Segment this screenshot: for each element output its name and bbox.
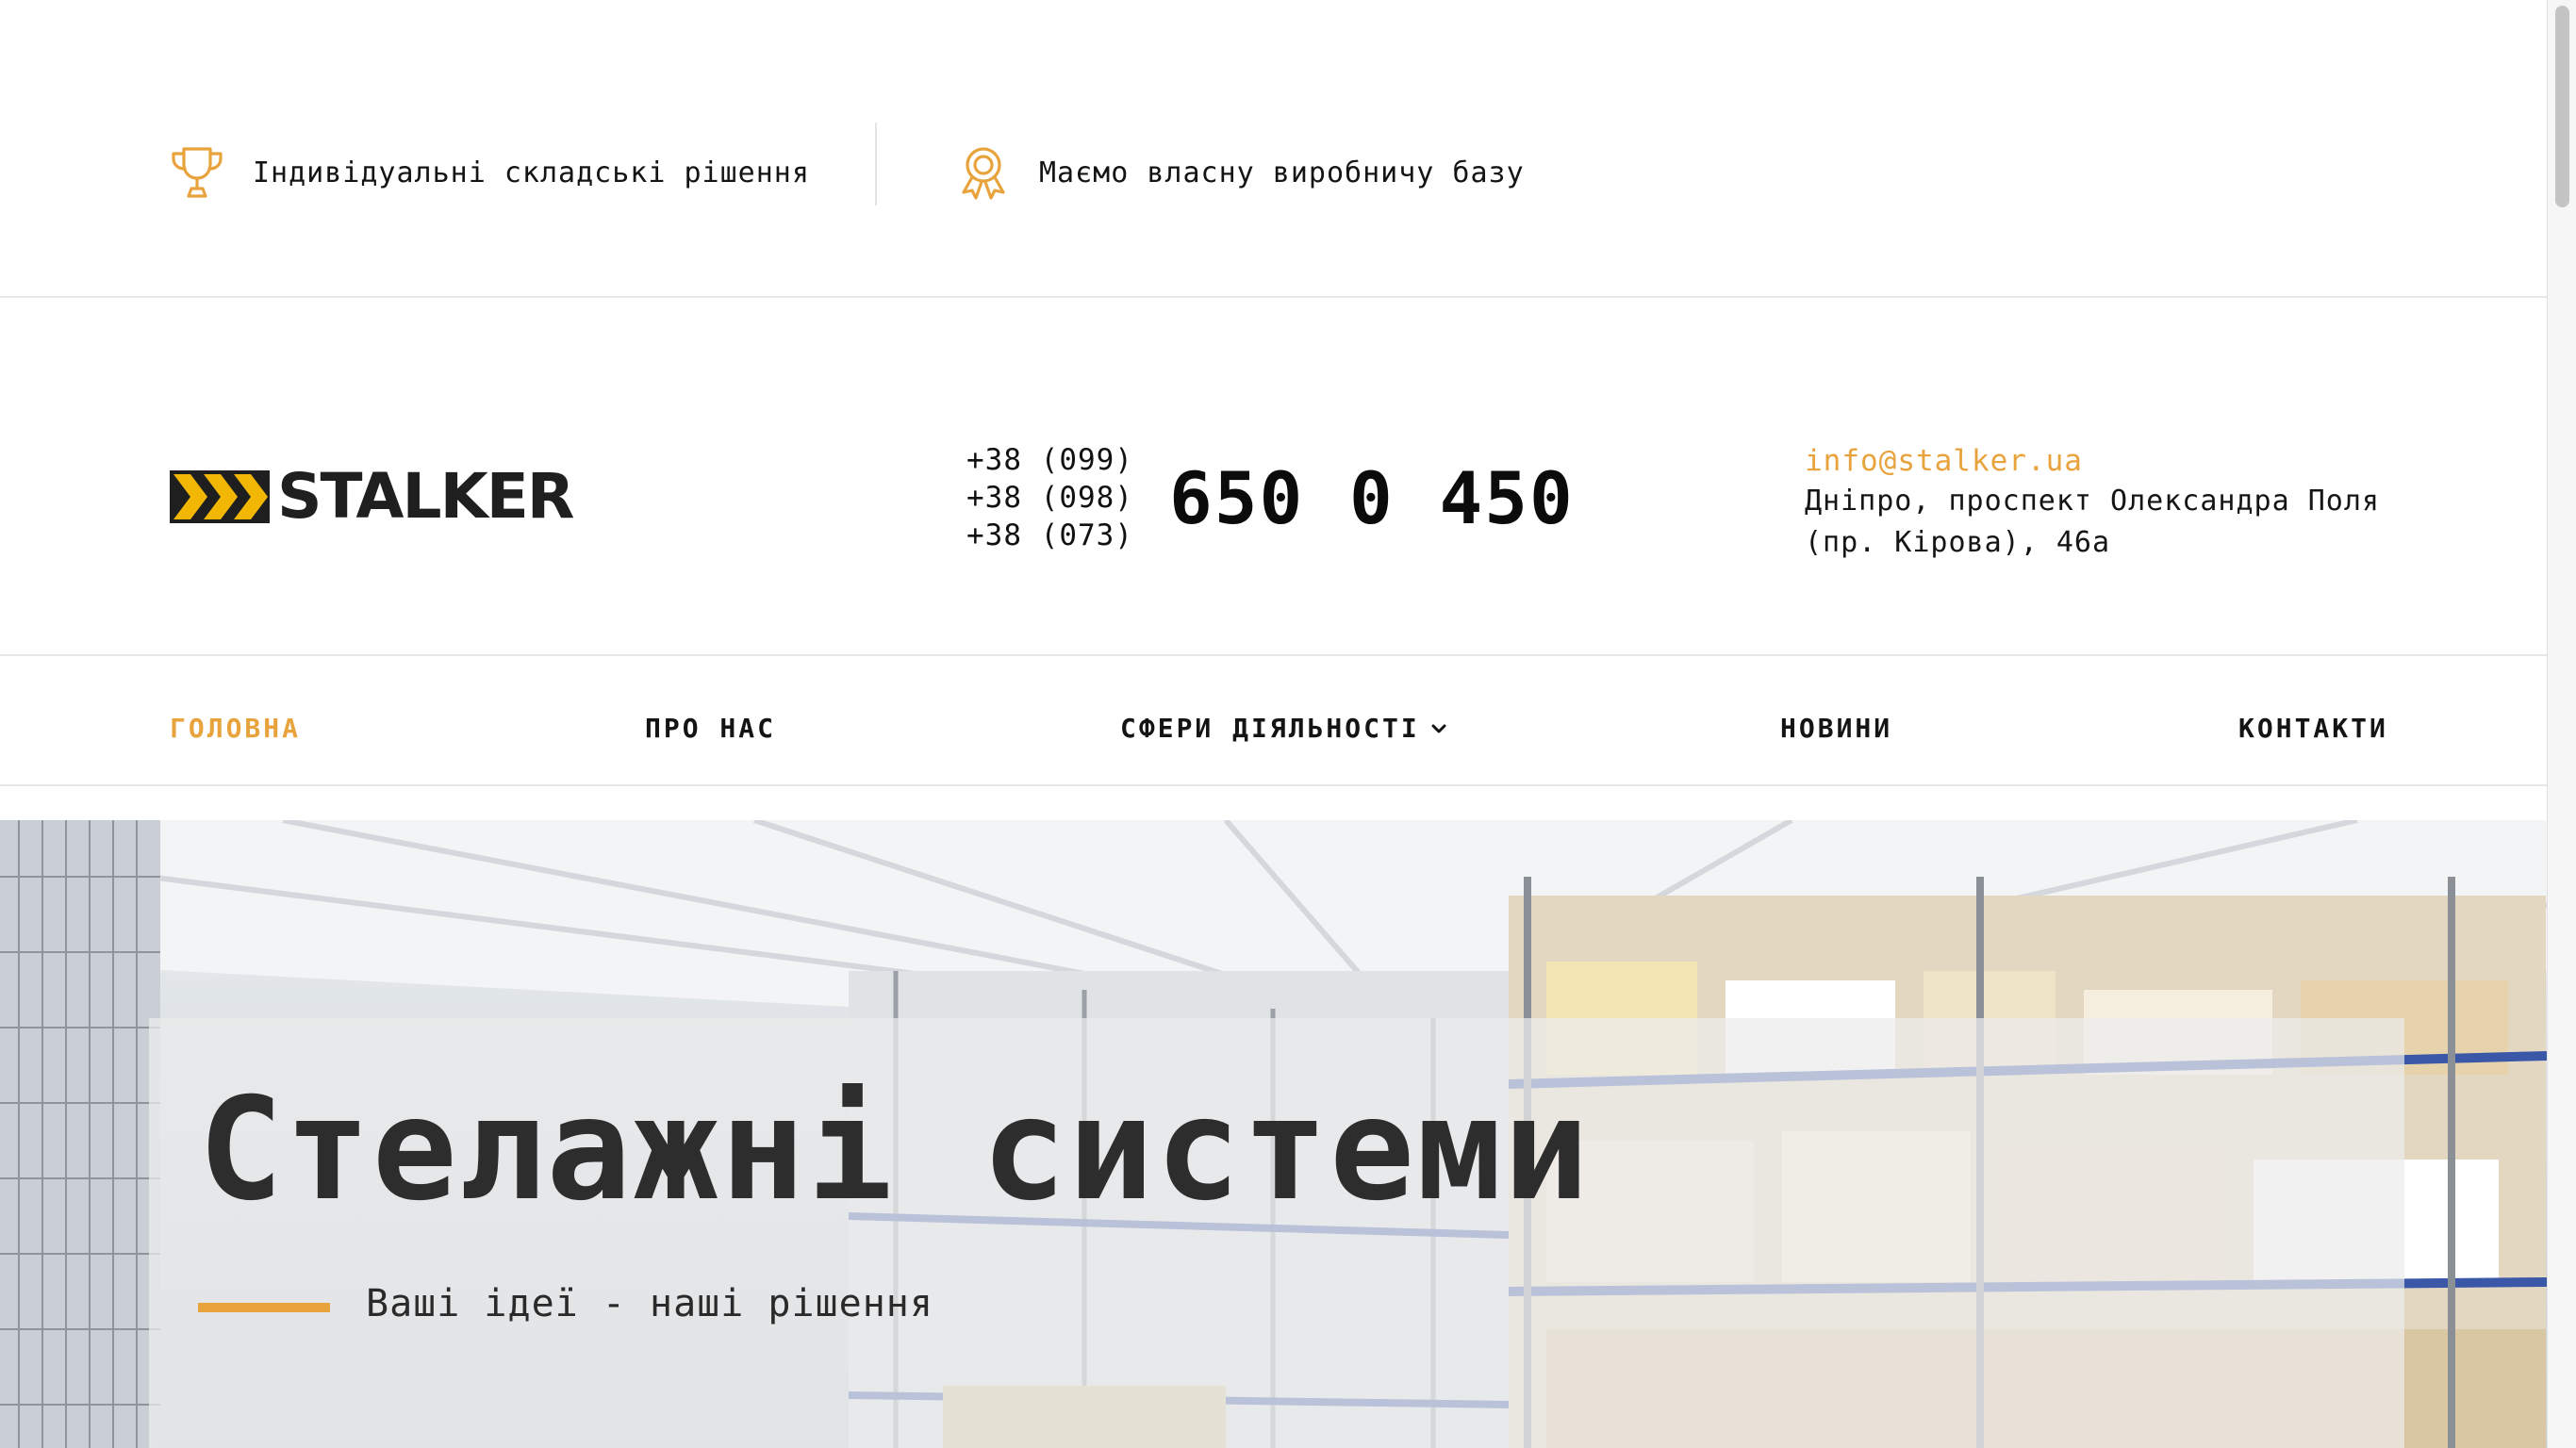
logo-text: STALKER — [277, 460, 575, 533]
address-line-2: (пр. Кірова), 46а — [1805, 526, 2111, 559]
nav-item-contacts[interactable]: КОНТАКТИ — [2238, 713, 2388, 744]
chevron-down-icon — [1431, 724, 1446, 732]
hero-subtitle: Ваші ідеї - наші рішення — [366, 1282, 933, 1325]
features-bar: Індивідуальні складські рішення Маємо вл… — [0, 0, 2547, 298]
feature-divider — [875, 123, 877, 206]
page-scrollbar[interactable] — [2547, 0, 2576, 1448]
nav-item-activities-label: СФЕРИ ДІЯЛЬНОСТІ — [1120, 713, 1420, 744]
site-header: STALKER +38 (099) +38 (098) +38 (073) 65… — [0, 300, 2547, 656]
email-link[interactable]: info@stalker.ua — [1805, 441, 2380, 481]
main-nav: ГОЛОВНА ПРО НАС СФЕРИ ДІЯЛЬНОСТІ НОВИНИ … — [0, 658, 2547, 786]
phone-code-098[interactable]: +38 (098) — [966, 479, 1133, 517]
stalker-logo[interactable]: STALKER — [170, 460, 575, 533]
hero-title: Стелажні системи — [198, 1068, 1591, 1232]
nav-item-activities[interactable]: СФЕРИ ДІЯЛЬНОСТІ — [1120, 713, 1448, 744]
hero-banner: Стелажні системи Ваші ідеї - наші рішенн… — [0, 820, 2547, 1448]
nav-item-home[interactable]: ГОЛОВНА — [170, 713, 301, 744]
scrollbar-thumb[interactable] — [2555, 6, 2569, 207]
nav-item-about[interactable]: ПРО НАС — [645, 713, 776, 744]
phone-block: +38 (099) +38 (098) +38 (073) 650 0 450 — [966, 441, 1575, 554]
hero-accent-line — [198, 1303, 330, 1312]
feature-own-production: Маємо власну виробничу базу — [954, 143, 1525, 202]
phone-code-099[interactable]: +38 (099) — [966, 441, 1133, 479]
logo-chevrons-icon — [170, 470, 270, 523]
trophy-icon — [168, 143, 226, 202]
contact-block: info@stalker.ua Дніпро, проспект Олексан… — [1805, 441, 2380, 564]
feature-individual-solutions: Індивідуальні складські рішення — [168, 143, 810, 202]
phone-code-073[interactable]: +38 (073) — [966, 517, 1133, 554]
nav-item-news[interactable]: НОВИНИ — [1780, 713, 1892, 744]
feature-text: Індивідуальні складські рішення — [253, 156, 810, 189]
phone-operator-codes: +38 (099) +38 (098) +38 (073) — [966, 441, 1133, 554]
award-ribbon-icon — [954, 143, 1013, 202]
phone-number[interactable]: 650 0 450 — [1169, 456, 1575, 540]
feature-text: Маємо власну виробничу базу — [1039, 156, 1525, 189]
address-line-1: Дніпро, проспект Олександра Поля — [1805, 485, 2380, 518]
